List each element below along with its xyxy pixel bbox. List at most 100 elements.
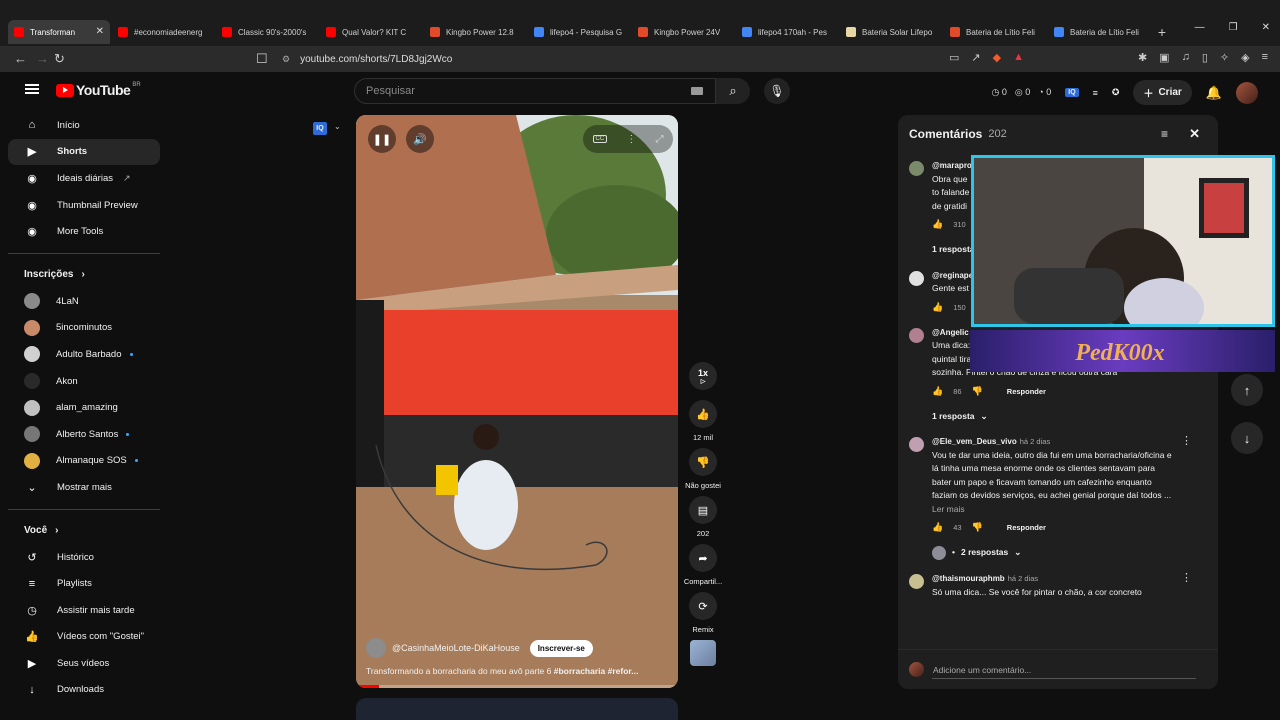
- search-input[interactable]: Pesquisar: [354, 78, 716, 104]
- notifications-icon[interactable]: 🔔: [1206, 85, 1222, 101]
- subscriptions-header[interactable]: Inscrições ›: [8, 262, 160, 288]
- sidebar-item[interactable]: ◉ Thumbnail Preview: [8, 192, 160, 219]
- comment-author[interactable]: @thaismouraphmb: [932, 574, 1005, 583]
- subscription-item[interactable]: alam_amazing: [8, 394, 160, 421]
- browser-tab[interactable]: Transforman ✕: [8, 20, 110, 44]
- share-icon[interactable]: ↗: [971, 51, 980, 64]
- channel-name[interactable]: @CasinhaMeioLote-DiKaHouse: [392, 643, 520, 653]
- comments-button[interactable]: ▤: [689, 496, 717, 524]
- browser-tab[interactable]: lifepo4 170ah - Pes: [736, 20, 838, 44]
- browser-tab[interactable]: Kingbo Power 12.8: [424, 20, 526, 44]
- browser-tab[interactable]: Bateria Solar Lifepo: [840, 20, 942, 44]
- shorts-player[interactable]: ❚❚ 🔊 CC ⋮ ⤢ @CasinhaMeioLote-DiKaHouse I…: [356, 115, 678, 688]
- create-button[interactable]: ＋ Criar: [1133, 80, 1192, 105]
- subscription-item[interactable]: Adulto Barbado: [8, 341, 160, 368]
- site-info-icon[interactable]: ⚙: [282, 54, 290, 65]
- extension-counters[interactable]: ◷ 0 ◎ 0 ◔ 0: [992, 87, 1052, 98]
- previous-short-button[interactable]: ↑: [1231, 374, 1263, 406]
- sidebar-item[interactable]: ◉ Ideais diárias ↗: [8, 165, 160, 192]
- search-button[interactable]: ⌕: [716, 78, 750, 104]
- comment-author[interactable]: @reginape: [932, 271, 973, 280]
- browser-tab[interactable]: Bateria de Lítio Feli: [944, 20, 1046, 44]
- add-comment-field[interactable]: Adicione um comentário...: [898, 649, 1218, 689]
- subscription-item[interactable]: Almanaque SOS: [8, 448, 160, 475]
- volume-button[interactable]: 🔊: [406, 125, 434, 153]
- youtube-logo[interactable]: YouTube BR: [56, 82, 141, 98]
- chevron-down-icon[interactable]: ⌄: [334, 122, 341, 131]
- screen-icon[interactable]: ▭: [949, 51, 959, 64]
- share-button[interactable]: ➦: [689, 544, 717, 572]
- sort-icon[interactable]: ≡: [1161, 127, 1168, 141]
- subscription-item[interactable]: 4LaN: [8, 288, 160, 315]
- read-more-link[interactable]: Ler mais: [932, 503, 1202, 517]
- more-vert-icon[interactable]: ⋮: [1181, 435, 1192, 449]
- close-window-icon[interactable]: ✕: [1262, 22, 1270, 33]
- replies-toggle[interactable]: • 2 respostas ⌄: [932, 546, 1202, 560]
- reply-button[interactable]: Responder: [1007, 521, 1046, 535]
- commenter-avatar[interactable]: [909, 327, 924, 343]
- more-vert-icon[interactable]: ⋮: [1181, 572, 1192, 586]
- rewards-icon[interactable]: ▲: [1013, 51, 1024, 64]
- browser-tab[interactable]: lifepo4 - Pesquisa G: [528, 20, 630, 44]
- fullscreen-icon[interactable]: ⤢: [655, 134, 663, 145]
- menu-hamburger-icon[interactable]: [25, 84, 39, 94]
- sidebar-item[interactable]: ▶ Seus vídeos: [8, 650, 160, 677]
- comment-author[interactable]: @Ele_vem_Deus_vivo: [932, 437, 1017, 446]
- remix-button[interactable]: ⟳: [689, 592, 717, 620]
- thumbs-up-icon[interactable]: 👍: [932, 218, 943, 232]
- sidebar-item[interactable]: ◉ More Tools: [8, 218, 160, 245]
- subscription-item[interactable]: 5incominutos: [8, 315, 160, 342]
- account-avatar[interactable]: [1236, 81, 1258, 104]
- replies-toggle[interactable]: 1 resposta⌄: [932, 410, 1202, 424]
- comment-author[interactable]: @Angelic: [932, 328, 969, 337]
- thumbs-down-icon[interactable]: 👎: [972, 385, 983, 399]
- show-more-button[interactable]: ⌄ Mostrar mais: [8, 474, 160, 501]
- dislike-button[interactable]: 👎: [689, 448, 717, 476]
- sidebar-item[interactable]: ↓ Downloads: [8, 677, 160, 704]
- new-tab-button[interactable]: +: [1152, 20, 1172, 44]
- commenter-avatar[interactable]: [909, 270, 924, 286]
- close-icon[interactable]: ✕: [1189, 126, 1200, 142]
- subscription-item[interactable]: Alberto Santos: [8, 421, 160, 448]
- iq-icon[interactable]: IQ: [1065, 88, 1079, 97]
- url-field[interactable]: ⚙ youtube.com/shorts/7LD8Jgj2Wco: [250, 49, 990, 69]
- maximize-icon[interactable]: ❐: [1229, 22, 1238, 33]
- bulb-icon[interactable]: ✪: [1112, 87, 1120, 98]
- thumbs-down-icon[interactable]: 👎: [972, 521, 983, 535]
- sidebar-item[interactable]: ≡ Playlists: [8, 570, 160, 597]
- subscribe-button[interactable]: Inscrever-se: [529, 639, 593, 657]
- channel-avatar[interactable]: [366, 638, 386, 658]
- vpn-icon[interactable]: ◈: [1241, 51, 1249, 64]
- like-button[interactable]: 👍: [689, 400, 717, 428]
- voice-search-button[interactable]: 🎙: [764, 78, 790, 104]
- keyboard-icon[interactable]: [691, 87, 703, 95]
- more-vert-icon[interactable]: ⋮: [626, 134, 636, 145]
- captions-icon[interactable]: CC: [592, 135, 608, 143]
- wallet-icon[interactable]: ▣: [1159, 51, 1169, 64]
- thumbs-up-icon[interactable]: 👍: [932, 521, 943, 535]
- brave-shield-icon[interactable]: ◆: [993, 51, 1001, 64]
- browser-tab[interactable]: Kingbo Power 24V: [632, 20, 734, 44]
- next-short-preview[interactable]: [356, 698, 678, 720]
- list-icon[interactable]: ≡: [1093, 88, 1098, 98]
- menu-icon[interactable]: ≡: [1262, 51, 1268, 64]
- browser-tab[interactable]: Qual Valor? KIT C: [320, 20, 422, 44]
- progress-bar[interactable]: [356, 685, 678, 688]
- pause-button[interactable]: ❚❚: [368, 125, 396, 153]
- speed-button[interactable]: 1x ▷: [689, 362, 717, 390]
- commenter-avatar[interactable]: [909, 161, 924, 176]
- video-caption[interactable]: Transformando a borracharia do meu avô p…: [366, 666, 666, 676]
- iq-extension-icon[interactable]: IQ: [313, 122, 327, 135]
- you-header[interactable]: Você ›: [8, 518, 160, 544]
- comment-author[interactable]: @marapro: [932, 161, 972, 170]
- next-short-button[interactable]: ↓: [1231, 422, 1263, 454]
- browser-tab[interactable]: Classic 90's-2000's: [216, 20, 318, 44]
- tab-close-icon[interactable]: ✕: [96, 26, 104, 37]
- sidebar-item[interactable]: ↺ Histórico: [8, 544, 160, 571]
- minimize-icon[interactable]: —: [1195, 22, 1205, 33]
- extensions-icon[interactable]: ✱: [1138, 51, 1147, 64]
- thumbs-up-icon[interactable]: 👍: [932, 301, 943, 315]
- browser-tab[interactable]: Bateria de Lítio Feli: [1048, 20, 1150, 44]
- subscription-item[interactable]: Akon: [8, 368, 160, 395]
- sidebar-item[interactable]: 👍 Vídeos com "Gostei": [8, 624, 160, 651]
